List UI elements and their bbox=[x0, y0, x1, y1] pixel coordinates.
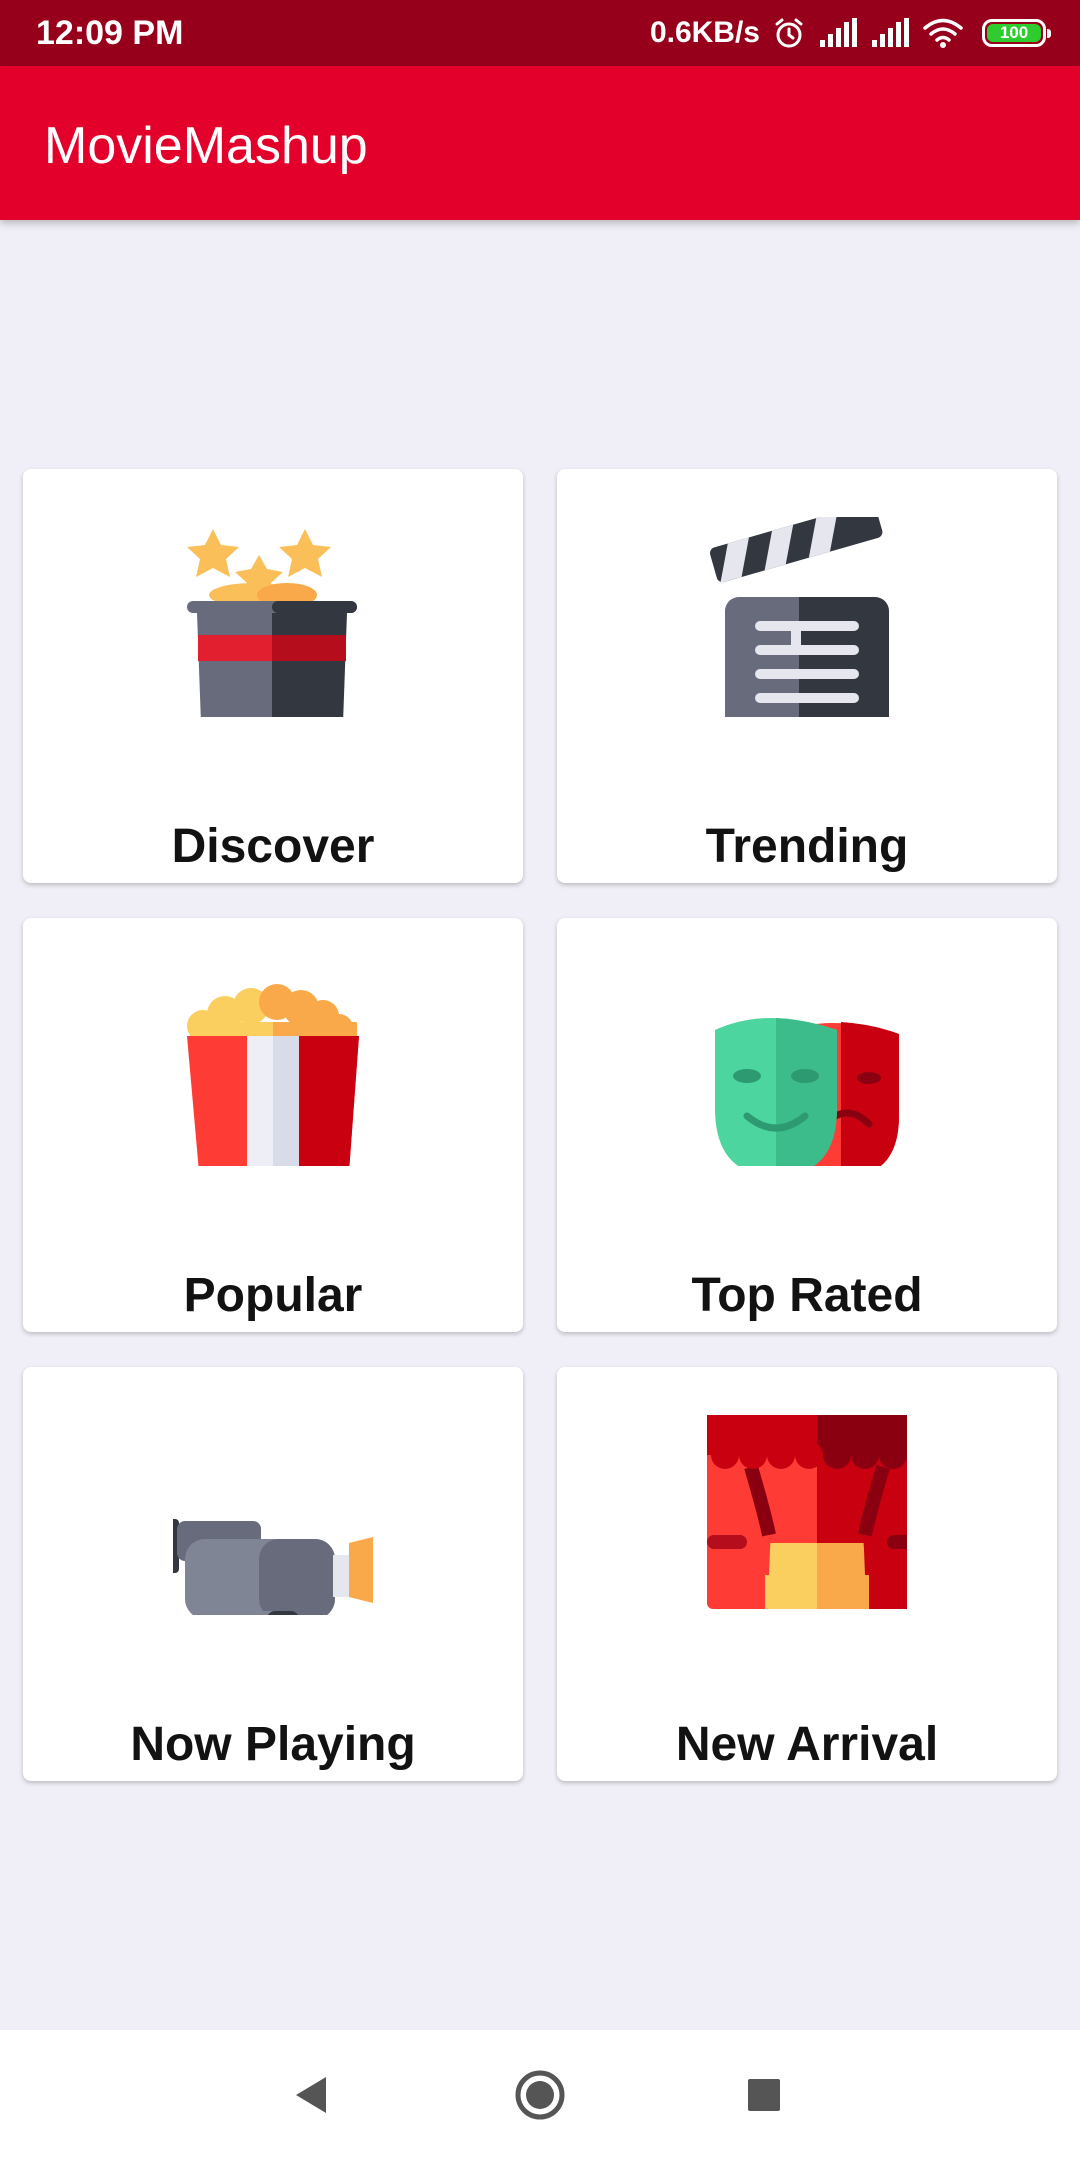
category-card-popular[interactable]: Popular bbox=[23, 918, 523, 1332]
wifi-icon bbox=[923, 18, 963, 48]
category-label: Top Rated bbox=[691, 1269, 923, 1322]
alarm-icon bbox=[775, 18, 803, 48]
category-card-discover[interactable]: Discover bbox=[23, 469, 523, 883]
category-card-trending[interactable]: Trending bbox=[557, 469, 1057, 883]
recents-icon bbox=[748, 2079, 780, 2111]
popcorn-icon bbox=[187, 984, 359, 1166]
system-nav-bar bbox=[0, 2030, 1080, 2160]
category-label: Discover bbox=[171, 820, 375, 873]
category-card-new-arrival[interactable]: New Arrival bbox=[557, 1367, 1057, 1781]
category-card-now-playing[interactable]: Now Playing bbox=[23, 1367, 523, 1781]
home-button[interactable] bbox=[500, 2055, 580, 2135]
status-indicators: 0.6KB/s 100 bbox=[649, 10, 1051, 56]
clapperboard-icon bbox=[709, 517, 889, 717]
magic-hat-icon bbox=[187, 529, 357, 717]
signal-icon bbox=[872, 18, 909, 47]
category-label: Popular bbox=[183, 1269, 363, 1322]
recents-button[interactable] bbox=[724, 2055, 804, 2135]
theater-masks-icon bbox=[715, 1018, 899, 1166]
stage-curtains-icon bbox=[707, 1415, 907, 1609]
status-time: 12:09 PM bbox=[36, 14, 184, 52]
network-speed: 0.6KB/s bbox=[649, 16, 760, 49]
back-icon bbox=[296, 2077, 326, 2113]
category-label: Now Playing bbox=[130, 1718, 416, 1771]
battery-icon: 100 bbox=[982, 19, 1051, 47]
category-label: New Arrival bbox=[675, 1718, 939, 1771]
home-icon bbox=[515, 2070, 565, 2120]
back-button[interactable] bbox=[272, 2055, 352, 2135]
app-bar: MovieMashup bbox=[0, 66, 1080, 220]
category-label: Trending bbox=[705, 820, 909, 873]
app-title: MovieMashup bbox=[44, 117, 368, 175]
signal-icon bbox=[820, 18, 857, 47]
video-camera-icon bbox=[173, 1519, 373, 1615]
category-card-top-rated[interactable]: Top Rated bbox=[557, 918, 1057, 1332]
battery-level: 100 bbox=[987, 24, 1041, 42]
status-bar: 12:09 PM 0.6KB/s 100 bbox=[0, 0, 1080, 66]
